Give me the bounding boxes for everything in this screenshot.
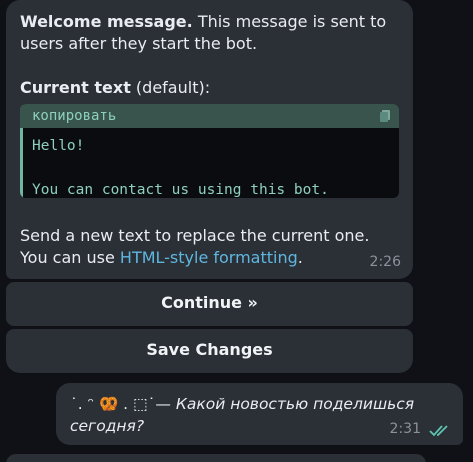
- current-text-label: Current text (default):: [20, 77, 399, 99]
- code-line-2: You can contact us using this bot.: [32, 182, 329, 198]
- bot-message-bubble: Welcome message. This message is sent to…: [6, 0, 413, 279]
- code-block[interactable]: копировать Hello! You can contact us usin…: [20, 104, 399, 198]
- current-text-suffix: (default):: [130, 78, 211, 97]
- welcome-paragraph: Welcome message. This message is sent to…: [20, 11, 399, 55]
- outgoing-time: 2:31: [389, 421, 421, 437]
- save-changes-button[interactable]: Save Changes: [6, 329, 413, 373]
- copy-label[interactable]: копировать: [32, 108, 116, 124]
- copy-icon[interactable]: [380, 110, 390, 122]
- continue-button[interactable]: Continue »: [6, 282, 413, 326]
- code-line-1: Hello!: [32, 138, 85, 154]
- outgoing-message-bubble: ˙. ᵔ 🥨 . ⬚˙— Какой новостью поделишься с…: [56, 383, 463, 445]
- code-content: Hello! You can contact us using this bot.: [20, 128, 399, 198]
- chat-area: Welcome message. This message is sent to…: [0, 0, 473, 462]
- welcome-title: Welcome message.: [20, 12, 193, 31]
- double-check-icon: [429, 425, 448, 437]
- message-time: 2:26: [369, 254, 401, 270]
- instruction-paragraph: Send a new text to replace the current o…: [20, 225, 399, 269]
- next-message-bubble: [6, 454, 426, 462]
- current-text-title: Current text: [20, 78, 131, 97]
- html-formatting-link[interactable]: HTML-style formatting: [120, 248, 298, 267]
- outgoing-prefix: ˙. ᵔ 🥨 . ⬚˙—: [70, 395, 176, 413]
- code-header[interactable]: копировать: [20, 104, 399, 128]
- instruction-end: .: [297, 248, 303, 267]
